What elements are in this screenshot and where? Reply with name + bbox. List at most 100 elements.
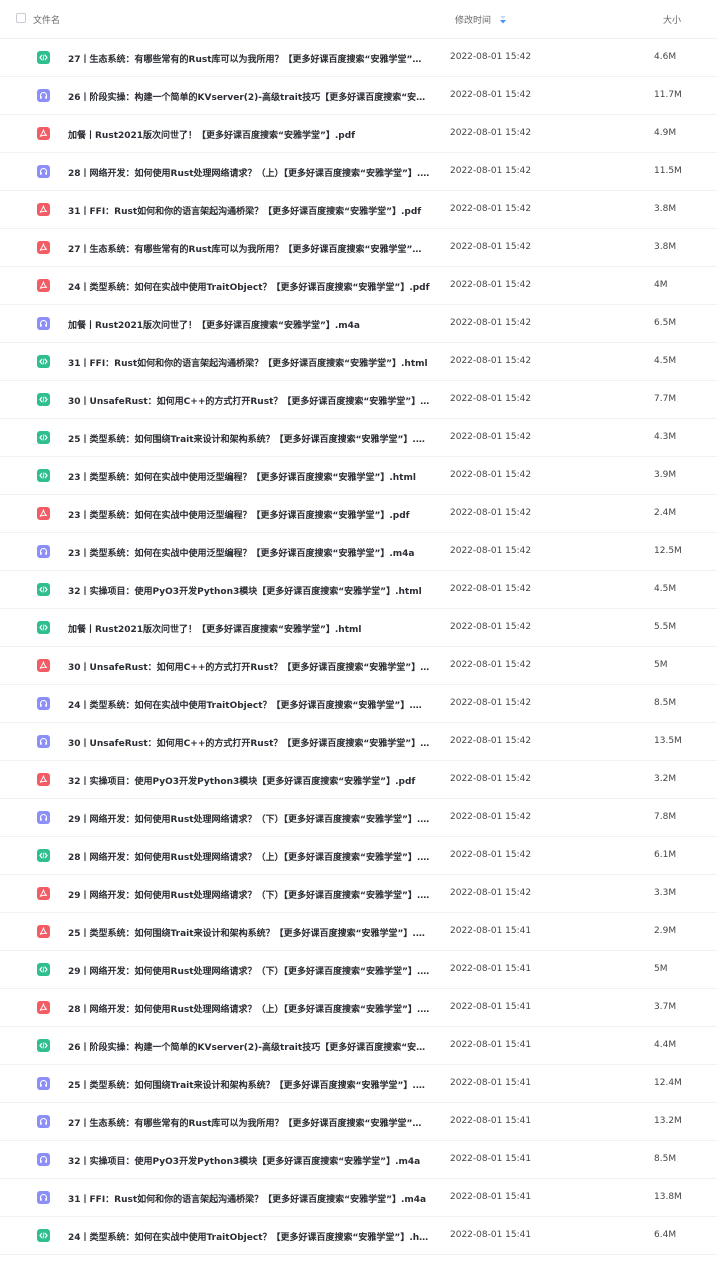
file-name[interactable]: 23丨类型系统：如何在实战中使用泛型编程？【更多好课百度搜索“安雅学堂”】.m4…: [68, 546, 430, 559]
file-size: 5M: [654, 964, 668, 974]
file-name[interactable]: 28丨网络开发：如何使用Rust处理网络请求？（上）【更多好课百度搜索“安雅学堂…: [68, 166, 430, 179]
file-size: 13.8M: [654, 1192, 682, 1202]
file-name[interactable]: 30丨UnsafeRust：如何用C++的方式打开Rust？【更多好课百度搜索“…: [68, 394, 430, 407]
pdf-file-icon: [37, 507, 50, 520]
file-name[interactable]: 29丨网络开发：如何使用Rust处理网络请求？（下）【更多好课百度搜索“安雅学堂…: [68, 964, 430, 977]
file-row[interactable]: 加餐丨Rust2021版次问世了！【更多好课百度搜索“安雅学堂”】.html 20…: [0, 609, 717, 647]
file-row[interactable]: 26丨阶段实操：构建一个简单的KVserver(2)-高级trait技巧【更多好…: [0, 77, 717, 115]
select-all-checkbox[interactable]: [16, 13, 26, 23]
file-row[interactable]: 27丨生态系统：有哪些常有的Rust库可以为我所用？【更多好课百度搜索“安雅学堂…: [0, 39, 717, 77]
file-name[interactable]: 24丨类型系统：如何在实战中使用TraitObject？【更多好课百度搜索“安雅…: [68, 698, 430, 711]
file-modified-time: 2022-08-01 15:42: [450, 204, 532, 214]
file-size: 11.5M: [654, 166, 682, 176]
file-row[interactable]: 26丨阶段实操：构建一个简单的KVserver(2)-高级trait技巧【更多好…: [0, 1027, 717, 1065]
file-row[interactable]: 32丨实操项目：使用PyO3开发Python3模块【更多好课百度搜索“安雅学堂”…: [0, 571, 717, 609]
file-row[interactable]: 24丨类型系统：如何在实战中使用TraitObject？【更多好课百度搜索“安雅…: [0, 1217, 717, 1255]
file-row[interactable]: 30丨UnsafeRust：如何用C++的方式打开Rust？【更多好课百度搜索“…: [0, 647, 717, 685]
file-size: 4.5M: [654, 356, 677, 366]
file-modified-time: 2022-08-01 15:42: [450, 242, 532, 252]
file-modified-time: 2022-08-01 15:42: [450, 52, 532, 62]
file-row[interactable]: 23丨类型系统：如何在实战中使用泛型编程？【更多好课百度搜索“安雅学堂”】.pd…: [0, 495, 717, 533]
file-name[interactable]: 25丨类型系统：如何围绕Trait来设计和架构系统？【更多好课百度搜索“安雅学堂…: [68, 1078, 430, 1091]
file-size: 6.5M: [654, 318, 677, 328]
file-name[interactable]: 23丨类型系统：如何在实战中使用泛型编程？【更多好课百度搜索“安雅学堂”】.ht…: [68, 470, 430, 483]
file-name[interactable]: 24丨类型系统：如何在实战中使用TraitObject？【更多好课百度搜索“安雅…: [68, 280, 430, 293]
file-name[interactable]: 24丨类型系统：如何在实战中使用TraitObject？【更多好课百度搜索“安雅…: [68, 1230, 430, 1243]
file-row[interactable]: 31丨FFI：Rust如何和你的语言架起沟通桥梁？【更多好课百度搜索“安雅学堂”…: [0, 343, 717, 381]
file-row[interactable]: 28丨网络开发：如何使用Rust处理网络请求？（上）【更多好课百度搜索“安雅学堂…: [0, 153, 717, 191]
file-name[interactable]: 28丨网络开发：如何使用Rust处理网络请求？（上）【更多好课百度搜索“安雅学堂…: [68, 850, 430, 863]
file-name[interactable]: 27丨生态系统：有哪些常有的Rust库可以为我所用？【更多好课百度搜索“安雅学堂…: [68, 1116, 430, 1129]
html-file-icon: [37, 51, 50, 64]
file-name[interactable]: 32丨实操项目：使用PyO3开发Python3模块【更多好课百度搜索“安雅学堂”…: [68, 584, 430, 597]
file-row[interactable]: 23丨类型系统：如何在实战中使用泛型编程？【更多好课百度搜索“安雅学堂”】.ht…: [0, 457, 717, 495]
pdf-file-icon: [37, 773, 50, 786]
pdf-file-icon: [37, 659, 50, 672]
file-name[interactable]: 加餐丨Rust2021版次问世了！【更多好课百度搜索“安雅学堂”】.m4a: [68, 318, 430, 331]
file-name[interactable]: 32丨实操项目：使用PyO3开发Python3模块【更多好课百度搜索“安雅学堂”…: [68, 774, 430, 787]
column-header-size[interactable]: 大小: [663, 13, 681, 26]
file-name[interactable]: 29丨网络开发：如何使用Rust处理网络请求？（下）【更多好课百度搜索“安雅学堂…: [68, 812, 430, 825]
column-header-name[interactable]: 文件名: [33, 13, 60, 26]
file-modified-time: 2022-08-01 15:41: [450, 964, 532, 974]
file-row[interactable]: 27丨生态系统：有哪些常有的Rust库可以为我所用？【更多好课百度搜索“安雅学堂…: [0, 1103, 717, 1141]
file-row[interactable]: 30丨UnsafeRust：如何用C++的方式打开Rust？【更多好课百度搜索“…: [0, 381, 717, 419]
file-row[interactable]: 29丨网络开发：如何使用Rust处理网络请求？（下）【更多好课百度搜索“安雅学堂…: [0, 875, 717, 913]
file-row[interactable]: 27丨生态系统：有哪些常有的Rust库可以为我所用？【更多好课百度搜索“安雅学堂…: [0, 229, 717, 267]
column-header-modified-time-label: 修改时间: [455, 16, 492, 26]
sort-descending-icon[interactable]: [499, 15, 507, 27]
file-name[interactable]: 30丨UnsafeRust：如何用C++的方式打开Rust？【更多好课百度搜索“…: [68, 660, 430, 673]
file-name[interactable]: 32丨实操项目：使用PyO3开发Python3模块【更多好课百度搜索“安雅学堂”…: [68, 1154, 430, 1167]
file-row[interactable]: 加餐丨Rust2021版次问世了！【更多好课百度搜索“安雅学堂”】.pdf 202…: [0, 115, 717, 153]
file-name[interactable]: 26丨阶段实操：构建一个简单的KVserver(2)-高级trait技巧【更多好…: [68, 1040, 430, 1053]
file-name[interactable]: 25丨类型系统：如何围绕Trait来设计和架构系统？【更多好课百度搜索“安雅学堂…: [68, 432, 430, 445]
file-row[interactable]: 23丨类型系统：如何在实战中使用泛型编程？【更多好课百度搜索“安雅学堂”】.m4…: [0, 533, 717, 571]
file-row[interactable]: 30丨UnsafeRust：如何用C++的方式打开Rust？【更多好课百度搜索“…: [0, 723, 717, 761]
file-name[interactable]: 27丨生态系统：有哪些常有的Rust库可以为我所用？【更多好课百度搜索“安雅学堂…: [68, 242, 430, 255]
audio-file-icon: [37, 89, 50, 102]
audio-file-icon: [37, 545, 50, 558]
file-row[interactable]: 31丨FFI：Rust如何和你的语言架起沟通桥梁？【更多好课百度搜索“安雅学堂”…: [0, 191, 717, 229]
file-row[interactable]: 29丨网络开发：如何使用Rust处理网络请求？（下）【更多好课百度搜索“安雅学堂…: [0, 799, 717, 837]
audio-file-icon: [37, 1115, 50, 1128]
file-row[interactable]: 25丨类型系统：如何围绕Trait来设计和架构系统？【更多好课百度搜索“安雅学堂…: [0, 913, 717, 951]
file-row[interactable]: 32丨实操项目：使用PyO3开发Python3模块【更多好课百度搜索“安雅学堂”…: [0, 1141, 717, 1179]
file-name[interactable]: 加餐丨Rust2021版次问世了！【更多好课百度搜索“安雅学堂”】.html: [68, 622, 430, 635]
file-modified-time: 2022-08-01 15:42: [450, 166, 532, 176]
file-modified-time: 2022-08-01 15:42: [450, 774, 532, 784]
file-name[interactable]: 31丨FFI：Rust如何和你的语言架起沟通桥梁？【更多好课百度搜索“安雅学堂”…: [68, 204, 430, 217]
file-name[interactable]: 25丨类型系统：如何围绕Trait来设计和架构系统？【更多好课百度搜索“安雅学堂…: [68, 926, 430, 939]
file-modified-time: 2022-08-01 15:41: [450, 1192, 532, 1202]
file-row[interactable]: 24丨类型系统：如何在实战中使用TraitObject？【更多好课百度搜索“安雅…: [0, 267, 717, 305]
file-row[interactable]: 28丨网络开发：如何使用Rust处理网络请求？（上）【更多好课百度搜索“安雅学堂…: [0, 837, 717, 875]
file-size: 4.6M: [654, 52, 677, 62]
file-name[interactable]: 27丨生态系统：有哪些常有的Rust库可以为我所用？【更多好课百度搜索“安雅学堂…: [68, 52, 430, 65]
audio-file-icon: [37, 317, 50, 330]
file-name[interactable]: 31丨FFI：Rust如何和你的语言架起沟通桥梁？【更多好课百度搜索“安雅学堂”…: [68, 356, 430, 369]
file-row[interactable]: 32丨实操项目：使用PyO3开发Python3模块【更多好课百度搜索“安雅学堂”…: [0, 761, 717, 799]
file-size: 4.9M: [654, 128, 677, 138]
file-row[interactable]: 24丨类型系统：如何在实战中使用TraitObject？【更多好课百度搜索“安雅…: [0, 685, 717, 723]
file-size: 2.9M: [654, 926, 677, 936]
file-name[interactable]: 23丨类型系统：如何在实战中使用泛型编程？【更多好课百度搜索“安雅学堂”】.pd…: [68, 508, 430, 521]
file-name[interactable]: 28丨网络开发：如何使用Rust处理网络请求？（上）【更多好课百度搜索“安雅学堂…: [68, 1002, 430, 1015]
column-header-modified-time[interactable]: 修改时间: [455, 13, 507, 27]
file-row[interactable]: 29丨网络开发：如何使用Rust处理网络请求？（下）【更多好课百度搜索“安雅学堂…: [0, 951, 717, 989]
file-modified-time: 2022-08-01 15:42: [450, 394, 532, 404]
html-file-icon: [37, 583, 50, 596]
file-name[interactable]: 26丨阶段实操：构建一个简单的KVserver(2)-高级trait技巧【更多好…: [68, 90, 430, 103]
file-row[interactable]: 31丨FFI：Rust如何和你的语言架起沟通桥梁？【更多好课百度搜索“安雅学堂”…: [0, 1179, 717, 1217]
file-size: 3.9M: [654, 470, 677, 480]
file-name[interactable]: 30丨UnsafeRust：如何用C++的方式打开Rust？【更多好课百度搜索“…: [68, 736, 430, 749]
html-file-icon: [37, 849, 50, 862]
file-row[interactable]: 28丨网络开发：如何使用Rust处理网络请求？（上）【更多好课百度搜索“安雅学堂…: [0, 989, 717, 1027]
file-modified-time: 2022-08-01 15:42: [450, 622, 532, 632]
file-row[interactable]: 25丨类型系统：如何围绕Trait来设计和架构系统？【更多好课百度搜索“安雅学堂…: [0, 419, 717, 457]
file-modified-time: 2022-08-01 15:42: [450, 888, 532, 898]
file-name[interactable]: 加餐丨Rust2021版次问世了！【更多好课百度搜索“安雅学堂”】.pdf: [68, 128, 430, 141]
file-name[interactable]: 29丨网络开发：如何使用Rust处理网络请求？（下）【更多好课百度搜索“安雅学堂…: [68, 888, 430, 901]
file-row[interactable]: 加餐丨Rust2021版次问世了！【更多好课百度搜索“安雅学堂”】.m4a 202…: [0, 305, 717, 343]
file-row[interactable]: 25丨类型系统：如何围绕Trait来设计和架构系统？【更多好课百度搜索“安雅学堂…: [0, 1065, 717, 1103]
file-modified-time: 2022-08-01 15:41: [450, 1154, 532, 1164]
file-name[interactable]: 31丨FFI：Rust如何和你的语言架起沟通桥梁？【更多好课百度搜索“安雅学堂”…: [68, 1192, 430, 1205]
